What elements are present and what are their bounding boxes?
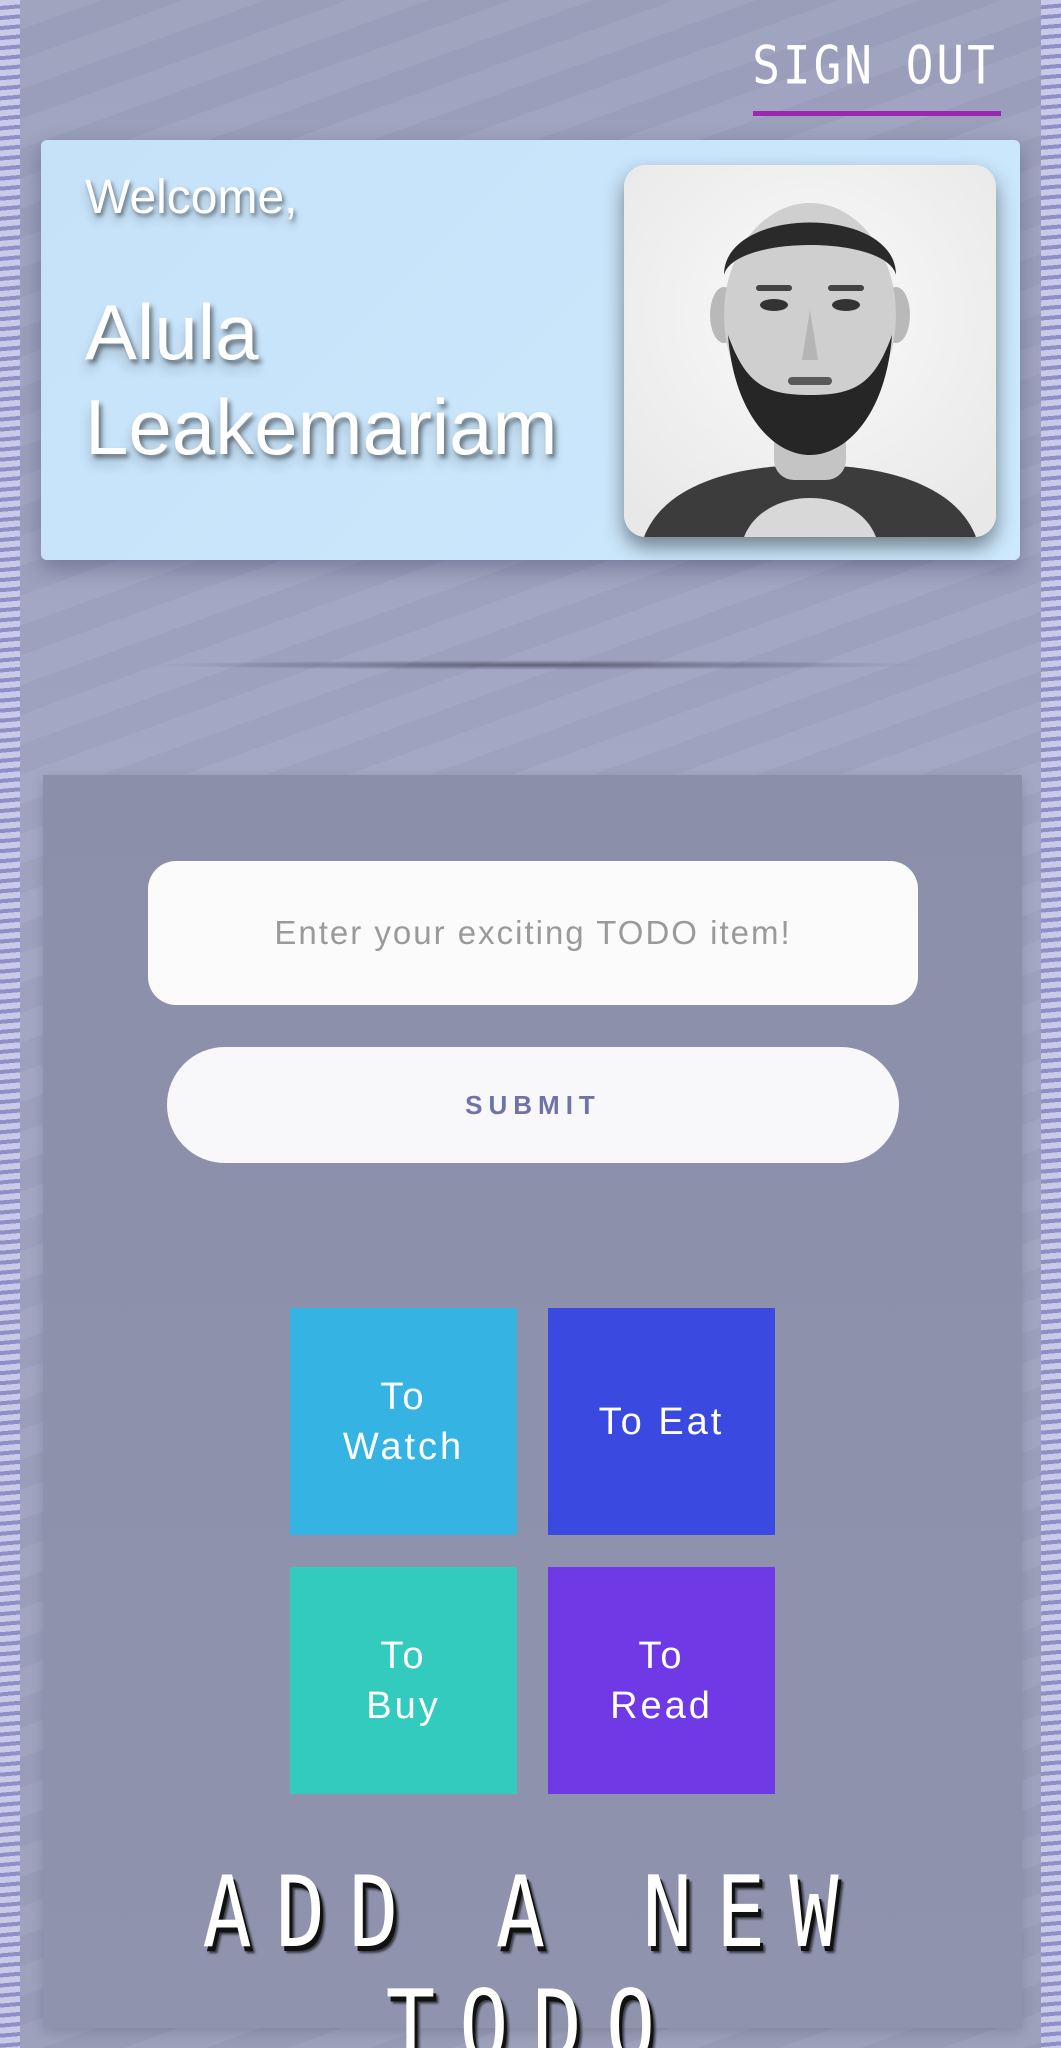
category-label: To Buy bbox=[366, 1631, 440, 1731]
section-divider bbox=[150, 660, 930, 670]
category-to-buy[interactable]: To Buy bbox=[290, 1567, 517, 1794]
user-name: Alula Leakemariam bbox=[85, 285, 585, 475]
category-label-line1: To bbox=[380, 1634, 427, 1677]
category-label: To Read bbox=[610, 1631, 713, 1731]
welcome-card: Welcome, Alula Leakemariam bbox=[41, 140, 1020, 560]
sign-out-label: SIGN OUT bbox=[752, 34, 998, 97]
todo-panel: SUBMIT To Watch To Eat To Buy To Read AD… bbox=[43, 775, 1022, 2048]
category-label-line2: Watch bbox=[342, 1425, 465, 1468]
category-label: To Watch bbox=[343, 1372, 464, 1472]
category-label: To Eat bbox=[598, 1400, 725, 1443]
submit-button[interactable]: SUBMIT bbox=[167, 1047, 899, 1163]
sign-out-underline bbox=[753, 111, 1001, 116]
category-label-line2: Read bbox=[610, 1684, 713, 1727]
category-to-read[interactable]: To Read bbox=[548, 1567, 775, 1794]
app-screen: SIGN OUT Welcome, Alula Leakemariam Ente… bbox=[20, 0, 1041, 2048]
welcome-greeting: Welcome, bbox=[85, 171, 298, 224]
avatar bbox=[624, 165, 996, 537]
category-label-line1: To bbox=[638, 1634, 685, 1677]
add-todo-title: ADD A NEW TODO bbox=[202, 1856, 863, 2048]
category-to-watch[interactable]: To Watch bbox=[290, 1308, 517, 1535]
category-label-line2: Buy bbox=[366, 1684, 441, 1727]
todo-input[interactable] bbox=[148, 861, 918, 1005]
category-to-eat[interactable]: To Eat bbox=[548, 1308, 775, 1535]
user-first-name: Alula bbox=[85, 288, 259, 376]
profile-photo bbox=[624, 165, 996, 537]
category-label-line1: To bbox=[380, 1375, 427, 1418]
user-last-name: Leakemariam bbox=[85, 383, 558, 471]
